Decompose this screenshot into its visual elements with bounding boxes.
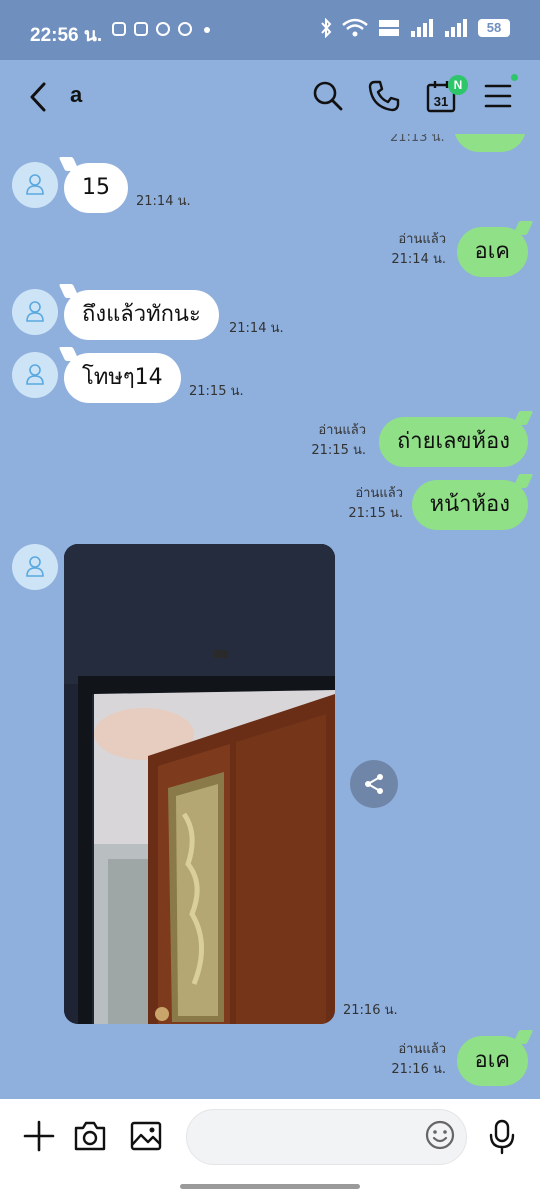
plus-icon[interactable] [22,1119,56,1153]
notification-icons [112,22,210,36]
message-bubble-partial[interactable] [454,134,526,152]
message-meta: อ่านแล้ว 21:16 น. [391,1040,446,1080]
mic-icon[interactable] [488,1119,516,1155]
volte-icon [379,20,399,36]
bluetooth-icon [321,18,332,38]
share-button[interactable] [350,760,398,808]
message-meta: อ่านแล้ว 21:15 น. [311,421,366,461]
messenger-icon [156,22,170,36]
message-bubble[interactable]: อเค [456,227,528,277]
message-time-partial: 21:13 น. [390,134,445,145]
share-icon [365,774,383,794]
user-icon [26,174,44,195]
message-time: 21:16 น. [343,1003,398,1018]
message-time: 21:14 น. [229,321,284,336]
gallery-icon[interactable] [128,1119,164,1153]
camera-icon[interactable] [72,1119,108,1153]
status-time: 22:56 น. [30,25,103,46]
line-icon [178,22,192,36]
emoji-icon[interactable] [424,1119,456,1151]
avatar[interactable] [12,289,58,335]
read-receipt: อ่านแล้ว [398,1042,446,1057]
more-dot-icon [204,27,210,33]
avatar[interactable] [12,352,58,398]
message-time: 21:15 น. [311,443,366,458]
message-bubble[interactable]: ถึงแล้วทักนะ [64,290,219,340]
phone-icon[interactable] [366,78,402,114]
message-bubble[interactable]: โทษๆ14 [64,353,181,403]
chat-header: a 31 [0,60,540,134]
message-meta: อ่านแล้ว 21:14 น. [391,230,446,270]
user-icon [26,364,44,385]
message-bubble[interactable]: หน้าห้อง [411,480,528,530]
user-icon [26,301,44,322]
message-time: 21:15 น. [348,506,403,521]
calendar-badge: N [448,75,468,95]
avatar[interactable] [12,544,58,590]
battery-indicator: 58 [478,19,510,37]
message-time: 21:15 น. [189,384,244,399]
message-bubble[interactable]: ถ่ายเลขห้อง [378,417,528,467]
system-icons: 58 [320,18,510,38]
status-bar: 22:56 น. 58 [0,0,540,60]
message-bubble[interactable]: 15 [64,163,128,213]
avatar[interactable] [12,162,58,208]
signal-icon [411,19,433,37]
read-receipt: อ่านแล้ว [318,423,366,438]
message-time: 21:16 น. [391,1062,446,1077]
menu-icon[interactable] [482,78,518,114]
menu-notification-dot [511,74,518,81]
door-photo [64,544,335,1024]
message-bubble[interactable]: อเค [456,1036,528,1086]
message-time: 21:14 น. [136,194,191,209]
chat-title[interactable]: a [70,82,82,108]
chat-area[interactable]: 21:13 น. 15 21:14 น. อ่านแล้ว 21:14 น. อ… [0,134,540,1100]
image-message[interactable] [64,544,335,1024]
instagram-icon [112,22,126,36]
home-indicator[interactable] [180,1184,360,1189]
read-receipt: อ่านแล้ว [355,486,403,501]
message-meta: อ่านแล้ว 21:15 น. [348,484,403,524]
instagram-icon [134,22,148,36]
user-icon [26,556,44,577]
back-icon[interactable] [24,80,54,114]
calendar-day: 31 [434,94,448,109]
signal-icon [445,19,467,37]
input-bar [0,1099,540,1199]
wifi-icon [342,18,368,37]
search-icon[interactable] [310,78,346,114]
read-receipt: อ่านแล้ว [398,232,446,247]
message-time: 21:14 น. [391,252,446,267]
